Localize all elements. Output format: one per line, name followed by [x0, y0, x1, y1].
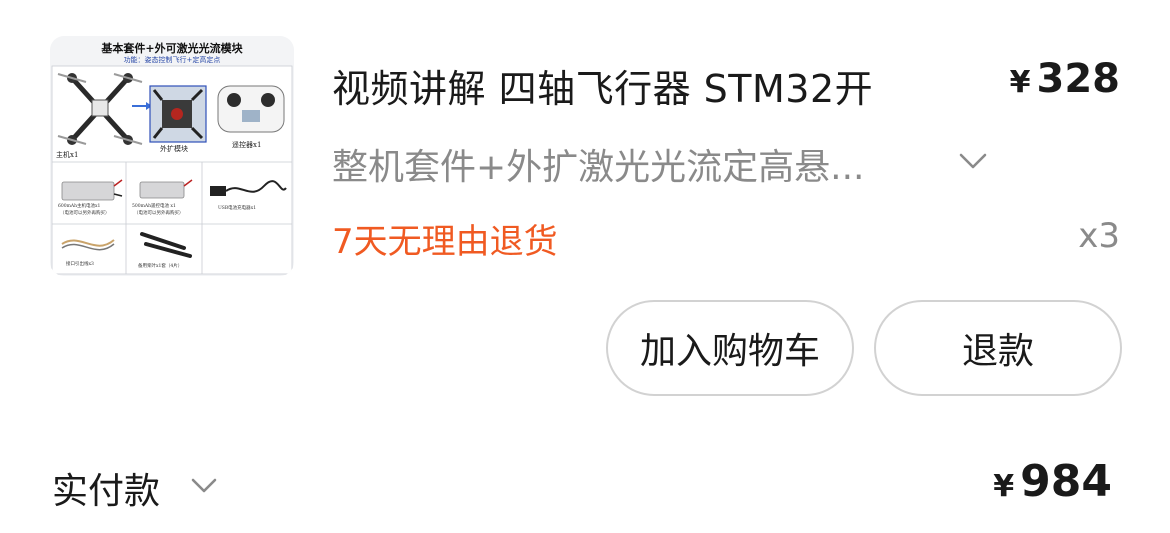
thumbnail-label-props: 备用桨叶x1套（4片）: [138, 264, 183, 269]
thumbnail-note-battery1: （电池可以另外再购买）: [60, 211, 110, 216]
thumbnail-label-drone: 主机x1: [56, 151, 79, 159]
product-title[interactable]: 视频讲解 四轴飞行器 STM32开: [332, 58, 873, 113]
returns-policy-tag: 7天无理由退货: [332, 222, 558, 262]
refund-button[interactable]: 退款: [874, 300, 1122, 396]
total-amount: 984: [1020, 456, 1112, 507]
product-kit-illustration: [51, 65, 293, 275]
thumbnail-label-remote: 遥控器x1: [232, 141, 262, 149]
thumbnail-label-battery1: 600mAh主机电池x1: [58, 204, 101, 209]
quantity: x3: [1078, 216, 1120, 256]
add-to-cart-button[interactable]: 加入购物车: [606, 300, 854, 396]
product-thumbnail[interactable]: 基本套件+外可激光光流模块 功能：姿态控制飞行+定高定点 主机x1 外扩模块 遥…: [50, 36, 294, 276]
thumbnail-label-cable: 接口引出线x3: [66, 262, 94, 267]
thumbnail-title: 基本套件+外可激光光流模块: [101, 42, 243, 55]
price-currency: ¥: [1009, 65, 1031, 100]
thumbnail-label-charger: USB电池充电器x1: [218, 206, 257, 211]
thumbnail-label-battery2: 500mAh遥控电池 x1: [132, 204, 176, 209]
thumbnail-label-module: 外扩模块: [160, 145, 188, 153]
unit-price: ¥328: [1010, 56, 1120, 102]
amount-paid: ¥984: [993, 456, 1112, 507]
thumbnail-subtitle: 功能：姿态控制飞行+定高定点: [123, 56, 221, 64]
product-spec[interactable]: 整机套件+外扩激光光流定高悬...: [332, 138, 865, 190]
chevron-down-icon[interactable]: [958, 150, 988, 172]
amount-paid-label[interactable]: 实付款: [52, 462, 160, 514]
price-amount: 328: [1036, 56, 1121, 102]
chevron-down-icon[interactable]: [190, 476, 218, 496]
total-currency: ¥: [993, 469, 1015, 504]
thumbnail-note-battery2: （电池可以另外再购买）: [134, 211, 184, 216]
